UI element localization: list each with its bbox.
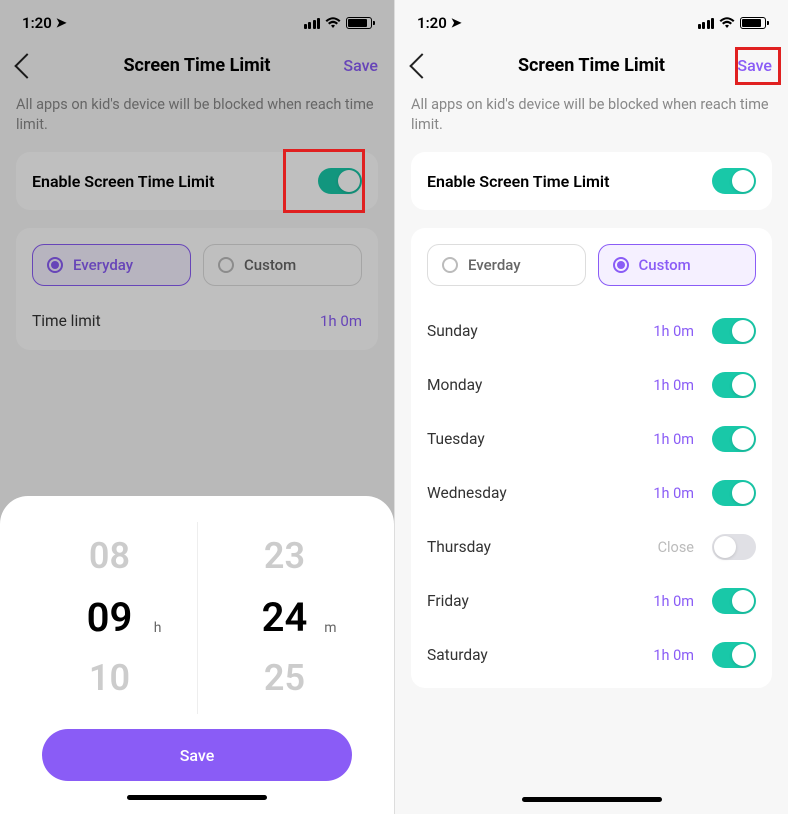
description-text: All apps on kid's device will be blocked…: [395, 91, 788, 152]
status-bar: 1:20 ➤: [395, 0, 788, 40]
radio-icon: [613, 257, 629, 273]
location-icon: ➤: [451, 16, 462, 31]
enable-card: Enable Screen Time Limit: [411, 152, 772, 210]
battery-icon: [346, 17, 372, 29]
radio-icon: [442, 257, 458, 273]
home-indicator[interactable]: [522, 797, 662, 802]
location-icon: ➤: [56, 16, 67, 31]
tab-everyday[interactable]: Everday: [427, 244, 586, 286]
signal-icon: [698, 18, 715, 29]
enable-label: Enable Screen Time Limit: [427, 172, 609, 191]
back-button[interactable]: [409, 53, 434, 78]
time-limit-value: 1h 0m: [320, 312, 362, 330]
nav-bar: Screen Time Limit Save: [0, 40, 394, 91]
day-row: ThursdayClose: [427, 520, 756, 574]
save-button[interactable]: Save: [343, 56, 378, 75]
signal-icon: [304, 18, 321, 29]
enable-card: Enable Screen Time Limit: [16, 152, 378, 210]
picker-hour-prev: 08: [89, 528, 130, 586]
day-value: Close: [658, 539, 694, 556]
radio-icon: [218, 257, 234, 273]
day-row: Wednesday1h 0m: [427, 466, 756, 520]
day-value: 1h 0m: [653, 485, 694, 502]
battery-icon: [740, 17, 766, 29]
day-name: Tuesday: [427, 430, 653, 448]
page-title: Screen Time Limit: [0, 55, 394, 76]
mode-card: Everday Custom Sunday1h 0mMonday1h 0mTue…: [411, 228, 772, 688]
time-limit-row[interactable]: Time limit 1h 0m: [32, 304, 362, 334]
description-text: All apps on kid's device will be blocked…: [0, 91, 394, 152]
status-time: 1:20: [22, 14, 52, 32]
wifi-icon: [325, 17, 341, 29]
enable-toggle[interactable]: [318, 168, 362, 194]
time-limit-label: Time limit: [32, 312, 101, 330]
tab-custom[interactable]: Custom: [598, 244, 757, 286]
day-value: 1h 0m: [653, 647, 694, 664]
status-bar: 1:20 ➤: [0, 0, 394, 40]
day-name: Thursday: [427, 538, 658, 556]
day-name: Sunday: [427, 322, 653, 340]
picker-min-current: 24: [262, 586, 308, 650]
picker-hour-current: 09: [87, 586, 133, 650]
day-toggle[interactable]: [712, 642, 756, 668]
day-toggle[interactable]: [712, 426, 756, 452]
page-title: Screen Time Limit: [395, 55, 788, 76]
day-row: Saturday1h 0m: [427, 628, 756, 672]
day-toggle[interactable]: [712, 318, 756, 344]
status-time: 1:20: [417, 14, 447, 32]
save-button[interactable]: Save: [737, 56, 772, 75]
day-value: 1h 0m: [653, 377, 694, 394]
picker-hour-next: 10: [89, 650, 130, 708]
enable-toggle[interactable]: [712, 168, 756, 194]
tab-everyday[interactable]: Everyday: [32, 244, 191, 286]
day-toggle[interactable]: [712, 534, 756, 560]
picker-min-unit: m: [324, 620, 336, 636]
tab-label: Everday: [468, 256, 521, 274]
tab-label: Everyday: [73, 256, 133, 274]
picker-min-next: 25: [264, 650, 305, 708]
day-toggle[interactable]: [712, 588, 756, 614]
day-toggle[interactable]: [712, 480, 756, 506]
day-row: Sunday1h 0m: [427, 304, 756, 358]
picker-hour-unit: h: [154, 620, 162, 636]
radio-icon: [47, 257, 63, 273]
nav-bar: Screen Time Limit Save: [395, 40, 788, 91]
days-list: Sunday1h 0mMonday1h 0mTuesday1h 0mWednes…: [427, 304, 756, 672]
day-row: Friday1h 0m: [427, 574, 756, 628]
day-name: Monday: [427, 376, 653, 394]
picker-min-prev: 23: [264, 528, 305, 586]
picker-save-button[interactable]: Save: [42, 729, 352, 781]
day-value: 1h 0m: [653, 431, 694, 448]
picker-hours-column[interactable]: 08 09 10 h: [40, 528, 180, 707]
mode-card: Everyday Custom Time limit 1h 0m: [16, 228, 378, 350]
day-value: 1h 0m: [653, 593, 694, 610]
phone-left: 1:20 ➤ Screen Time Limit Save All apps o…: [0, 0, 394, 814]
picker-minutes-column[interactable]: 23 24 25 m: [215, 528, 355, 707]
day-row: Tuesday1h 0m: [427, 412, 756, 466]
day-name: Saturday: [427, 646, 653, 664]
home-indicator[interactable]: [127, 795, 267, 800]
enable-label: Enable Screen Time Limit: [32, 172, 214, 191]
day-name: Friday: [427, 592, 653, 610]
time-picker-sheet: 08 09 10 h 23 24 25 m Save: [0, 496, 394, 814]
day-row: Monday1h 0m: [427, 358, 756, 412]
phone-right: 1:20 ➤ Screen Time Limit Save All apps o…: [394, 0, 788, 814]
day-value: 1h 0m: [653, 323, 694, 340]
tab-label: Custom: [244, 256, 296, 274]
tab-custom[interactable]: Custom: [203, 244, 362, 286]
day-name: Wednesday: [427, 484, 653, 502]
day-toggle[interactable]: [712, 372, 756, 398]
back-button[interactable]: [14, 53, 39, 78]
tab-label: Custom: [639, 256, 691, 274]
wifi-icon: [719, 17, 735, 29]
